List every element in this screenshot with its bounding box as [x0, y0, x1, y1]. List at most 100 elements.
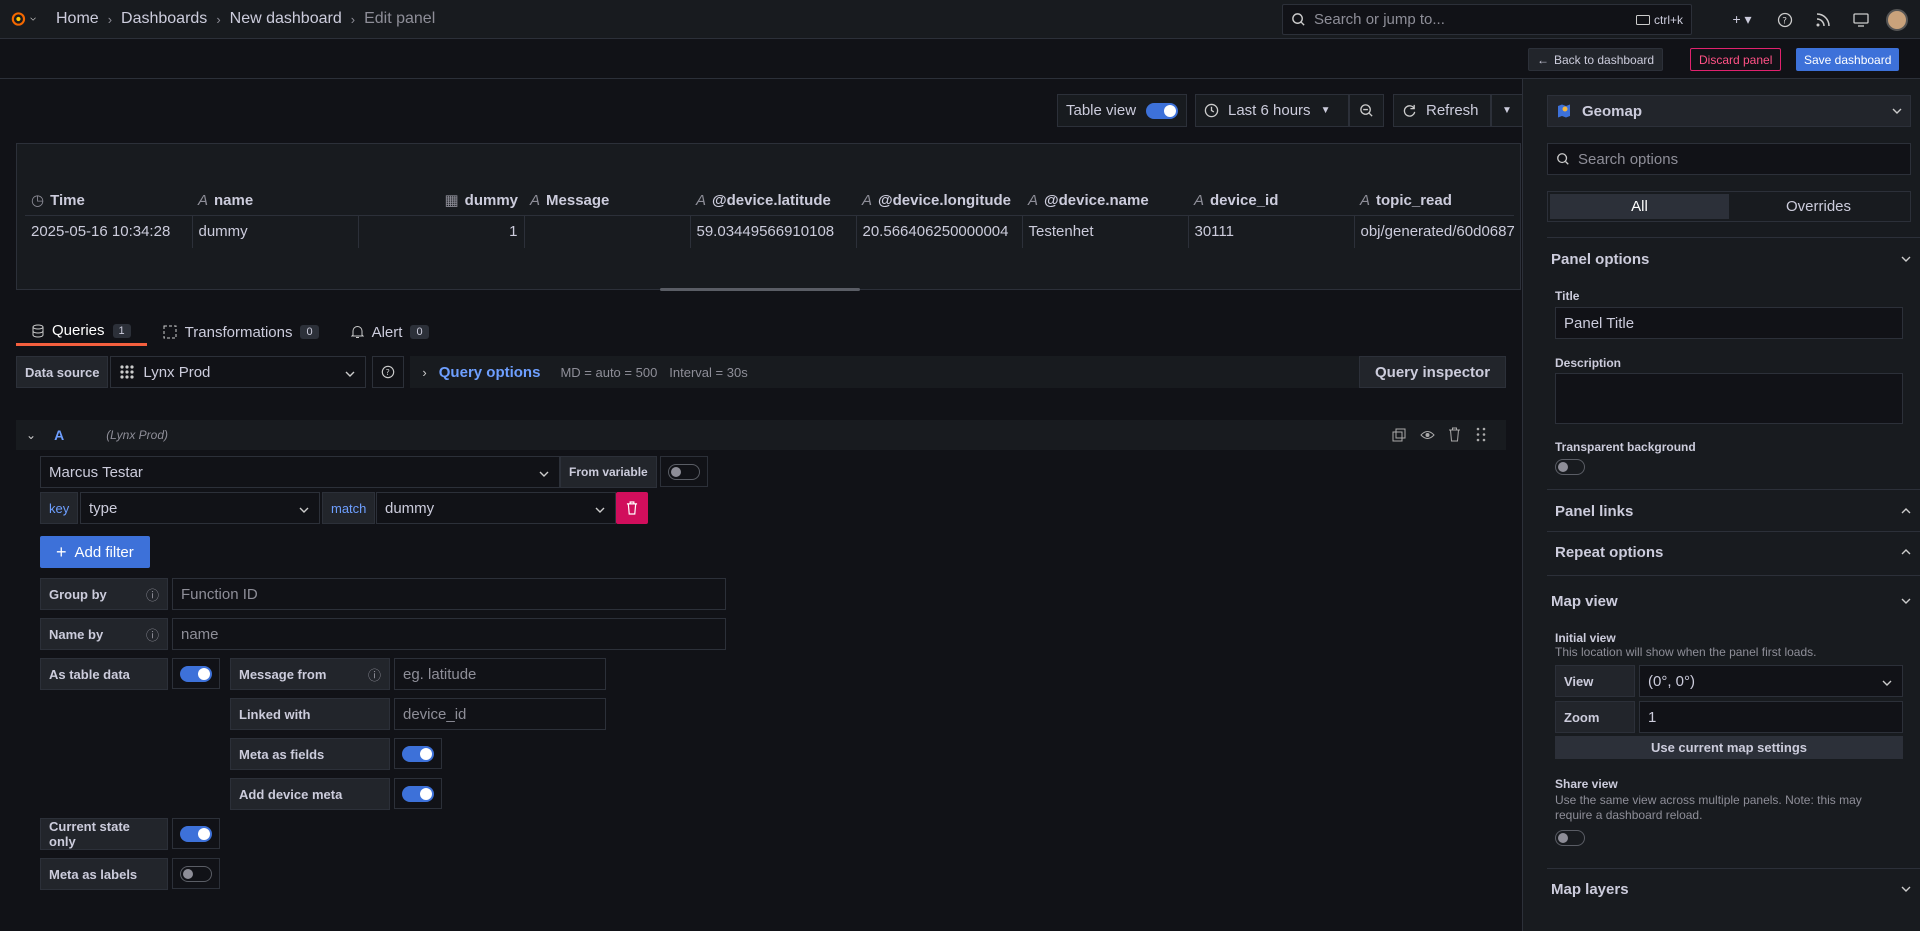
- add-device-meta-toggle[interactable]: [394, 778, 442, 809]
- add-device-meta-switch[interactable]: [402, 785, 434, 802]
- table-panel: ◷ Time Aname ▦ dummy A Message A @device.lat…: [16, 143, 1521, 290]
- divider: [1547, 489, 1920, 490]
- column-header[interactable]: A @device.name: [1022, 186, 1188, 216]
- help-icon: ?: [382, 365, 395, 379]
- tab-alert[interactable]: Alert 0: [335, 318, 445, 346]
- grafana-logo-icon[interactable]: [10, 6, 36, 32]
- map-layers-title: Map layers: [1551, 881, 1629, 898]
- linked-with-input[interactable]: device_id: [394, 698, 606, 730]
- chevron-down-icon[interactable]: ⌄: [26, 428, 36, 442]
- as-table-data-switch[interactable]: [180, 665, 212, 682]
- table-view-toggle[interactable]: Table view: [1057, 94, 1188, 127]
- query-options-label[interactable]: Query options: [439, 364, 541, 381]
- from-variable-switch[interactable]: [668, 463, 700, 480]
- tab-queries[interactable]: Queries 1: [16, 318, 147, 346]
- segment-overrides[interactable]: Overrides: [1729, 194, 1908, 219]
- svg-text:?: ?: [386, 368, 390, 377]
- add-filter-button[interactable]: + Add filter: [40, 536, 150, 568]
- column-header[interactable]: A @device.latitude: [690, 186, 856, 216]
- share-view-label: Share view: [1555, 777, 1618, 791]
- discard-panel-button[interactable]: Discard panel: [1690, 48, 1782, 71]
- description-textarea[interactable]: [1555, 373, 1903, 424]
- column-header[interactable]: ▦ dummy: [358, 186, 524, 216]
- title-label: Title: [1555, 289, 1580, 303]
- query-row-header[interactable]: ⌄ A (Lynx Prod): [16, 420, 1506, 450]
- chevron-down-icon: [345, 366, 355, 383]
- transparent-background-switch[interactable]: [1555, 459, 1585, 475]
- panel-links-title: Panel links: [1555, 503, 1634, 520]
- column-header[interactable]: A Message: [524, 186, 690, 216]
- back-to-dashboard-button[interactable]: ← Back to dashboard: [1528, 48, 1664, 71]
- current-state-only-toggle[interactable]: [172, 818, 220, 849]
- use-current-map-settings-button[interactable]: Use current map settings: [1555, 736, 1903, 759]
- meta-as-fields-toggle[interactable]: [394, 738, 442, 769]
- panel-options-header[interactable]: Panel options: [1551, 251, 1911, 268]
- repeat-options-header[interactable]: Repeat options: [1555, 544, 1911, 561]
- filter-key-select[interactable]: type: [80, 492, 320, 524]
- add-new-icon[interactable]: + ▾: [1718, 0, 1766, 39]
- table-horizontal-scrollbar[interactable]: [660, 288, 860, 291]
- news-feed-icon[interactable]: [1804, 0, 1842, 39]
- help-icon[interactable]: ?: [1766, 0, 1804, 39]
- table-view-switch[interactable]: [1146, 102, 1179, 119]
- map-layers-header[interactable]: Map layers: [1551, 881, 1911, 898]
- refresh-interval-dropdown[interactable]: ▼: [1491, 94, 1523, 127]
- meta-as-labels-switch[interactable]: [180, 865, 212, 882]
- zoom-out-button[interactable]: [1349, 94, 1384, 127]
- map-view-select[interactable]: (0°, 0°): [1639, 665, 1903, 697]
- global-search-input[interactable]: Search or jump to... ctrl+k: [1282, 4, 1692, 35]
- keyboard-shortcut-hint: ctrl+k: [1635, 13, 1683, 27]
- tab-count-badge: 0: [410, 325, 429, 339]
- meta-as-fields-switch[interactable]: [402, 745, 434, 762]
- column-header[interactable]: A @device.longitude: [856, 186, 1022, 216]
- breadcrumb-dashboards[interactable]: Dashboards: [121, 10, 207, 28]
- zoom-input[interactable]: 1: [1639, 701, 1903, 733]
- datasource-help-button[interactable]: ?: [372, 356, 405, 388]
- column-label: topic_read: [1376, 191, 1452, 209]
- drag-handle-icon[interactable]: [1476, 427, 1486, 445]
- svg-text:?: ?: [1782, 16, 1787, 26]
- duplicate-query-icon[interactable]: [1392, 428, 1406, 445]
- share-view-switch[interactable]: [1555, 830, 1585, 846]
- meta-as-labels-toggle[interactable]: [172, 858, 220, 889]
- query-ref-id[interactable]: A: [54, 427, 64, 443]
- remove-filter-button[interactable]: [616, 492, 648, 524]
- breadcrumb-new-dashboard[interactable]: New dashboard: [230, 10, 342, 28]
- from-variable-toggle[interactable]: [660, 456, 708, 487]
- message-from-input[interactable]: eg. latitude: [394, 658, 606, 690]
- segment-all[interactable]: All: [1550, 194, 1729, 219]
- time-range-picker[interactable]: Last 6 hours ▼: [1195, 94, 1349, 127]
- text-icon: A: [198, 191, 209, 209]
- hide-query-eye-icon[interactable]: [1420, 428, 1435, 445]
- column-header[interactable]: Aname: [192, 186, 358, 216]
- query-datasource-hint: (Lynx Prod): [106, 428, 168, 442]
- column-header[interactable]: Adevice_id: [1188, 186, 1354, 216]
- breadcrumb-home[interactable]: Home: [56, 10, 99, 28]
- visualization-picker[interactable]: Geomap: [1547, 95, 1911, 127]
- panel-links-header[interactable]: Panel links: [1555, 503, 1911, 520]
- divider: [1547, 531, 1920, 532]
- text-icon: A: [530, 191, 541, 209]
- panel-title-input[interactable]: Panel Title: [1555, 307, 1903, 339]
- refresh-button[interactable]: Refresh: [1393, 94, 1491, 127]
- map-view-header[interactable]: Map view: [1551, 593, 1911, 610]
- current-state-only-switch[interactable]: [180, 825, 212, 842]
- organization-select[interactable]: Marcus Testar: [40, 456, 560, 488]
- tab-transformations[interactable]: Transformations 0: [147, 318, 335, 346]
- table-header-row: ◷ Time Aname ▦ dummy A Message A @device.lat…: [25, 186, 1514, 216]
- query-inspector-button[interactable]: Query inspector: [1359, 356, 1507, 388]
- filter-match-select[interactable]: dummy: [376, 492, 616, 524]
- search-options-input[interactable]: Search options: [1547, 143, 1911, 175]
- datasource-picker[interactable]: Lynx Prod: [110, 356, 367, 388]
- column-header[interactable]: ◷ Time: [25, 186, 192, 216]
- save-dashboard-button[interactable]: Save dashboard: [1796, 48, 1900, 71]
- user-avatar[interactable]: [1886, 8, 1908, 31]
- column-header[interactable]: Atopic_read: [1354, 186, 1514, 216]
- name-by-input[interactable]: name: [172, 618, 726, 650]
- as-table-data-toggle[interactable]: [172, 658, 220, 689]
- group-by-input[interactable]: Function ID: [172, 578, 726, 610]
- kiosk-mode-icon[interactable]: [1842, 0, 1880, 39]
- breadcrumb: Home › Dashboards › New dashboard › Edit pa…: [56, 10, 435, 28]
- query-options[interactable]: › Query options MD = auto = 500 Interval…: [410, 356, 1367, 388]
- delete-query-trash-icon[interactable]: [1448, 427, 1461, 445]
